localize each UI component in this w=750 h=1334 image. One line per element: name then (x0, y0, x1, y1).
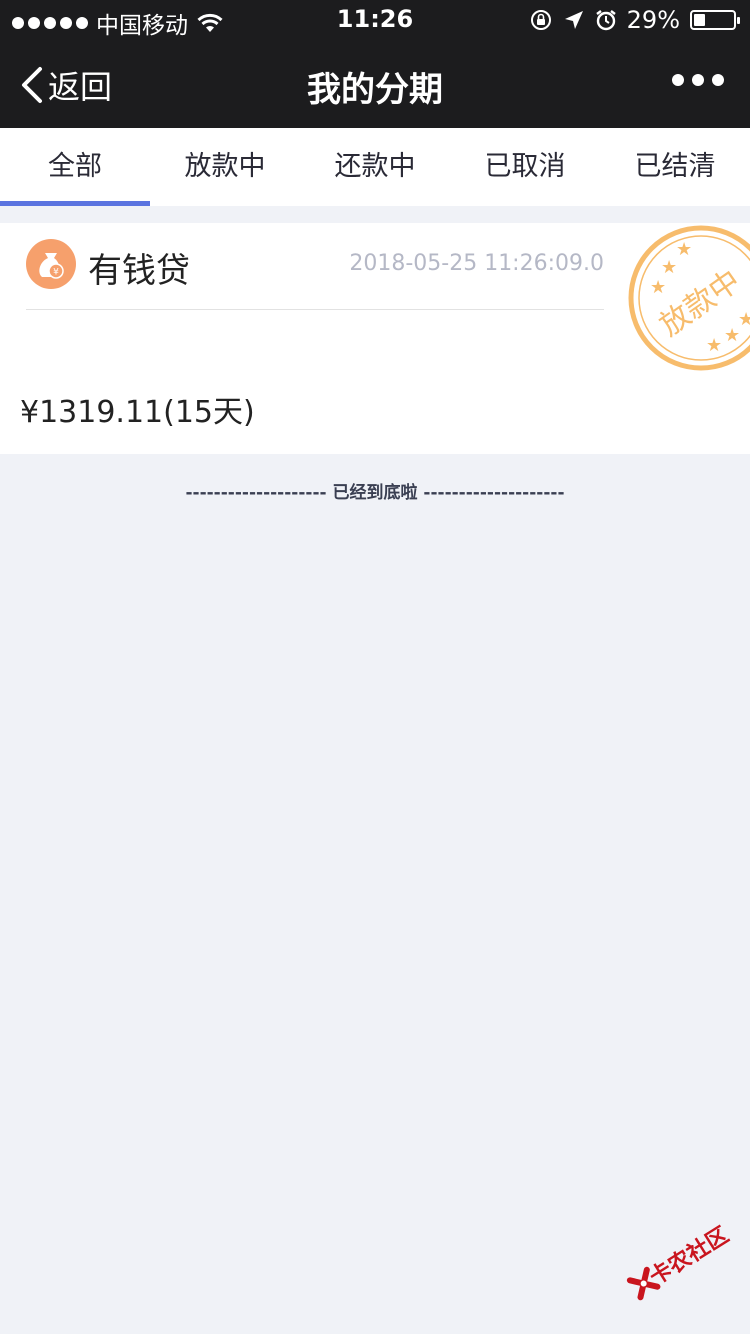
location-arrow-icon (564, 11, 583, 29)
tab-all[interactable]: 全部 (0, 128, 150, 206)
watermark-logo: 卡农社区 (616, 1213, 733, 1315)
orientation-lock-icon (530, 10, 551, 30)
loan-card-header: ¥ 有钱贷 2018-05-25 11:26:09.0 (26, 239, 604, 310)
loan-timestamp: 2018-05-25 11:26:09.0 (349, 251, 604, 276)
list-end-text: -------------------- 已经到底啦 -------------… (185, 483, 565, 503)
navigation-bar: 返回 我的分期 (0, 40, 750, 128)
back-label: 返回 (48, 68, 113, 106)
tab-settled[interactable]: 已结清 (600, 128, 750, 206)
status-bar: 中国移动 11:26 29% (0, 0, 750, 40)
chevron-left-icon (22, 67, 42, 103)
watermark-text: 卡农社区 (645, 1222, 734, 1291)
battery-percent: 29% (626, 6, 680, 34)
product-name: 有钱贷 (88, 251, 190, 291)
battery-icon (690, 10, 740, 30)
svg-text:¥: ¥ (53, 268, 59, 278)
svg-text:★: ★ (738, 309, 750, 330)
loan-amount: ¥1319.11(15天) (20, 395, 255, 430)
more-dots-icon (672, 74, 684, 86)
svg-text:★: ★ (661, 257, 677, 278)
tab-cancelled[interactable]: 已取消 (450, 128, 600, 206)
more-button[interactable] (672, 74, 724, 86)
back-button[interactable]: 返回 (20, 62, 112, 108)
svg-text:★: ★ (650, 277, 666, 298)
disbursing-stamp-icon: ★ ★ ★ ★ ★ ★ 放款中 (628, 225, 750, 371)
status-tabs: 全部 放款中 还款中 已取消 已结清 (0, 128, 750, 206)
alarm-icon (595, 10, 616, 31)
page-title: 我的分期 (307, 70, 443, 110)
loan-card[interactable]: ¥ 有钱贷 2018-05-25 11:26:09.0 ¥1319.11(15天… (0, 223, 750, 454)
tab-disbursing[interactable]: 放款中 (150, 128, 300, 206)
money-bag-icon: ¥ (26, 239, 76, 289)
status-right: 29% (529, 6, 740, 34)
svg-text:★: ★ (706, 335, 722, 356)
tab-repaying[interactable]: 还款中 (300, 128, 450, 206)
svg-text:★: ★ (676, 239, 692, 260)
